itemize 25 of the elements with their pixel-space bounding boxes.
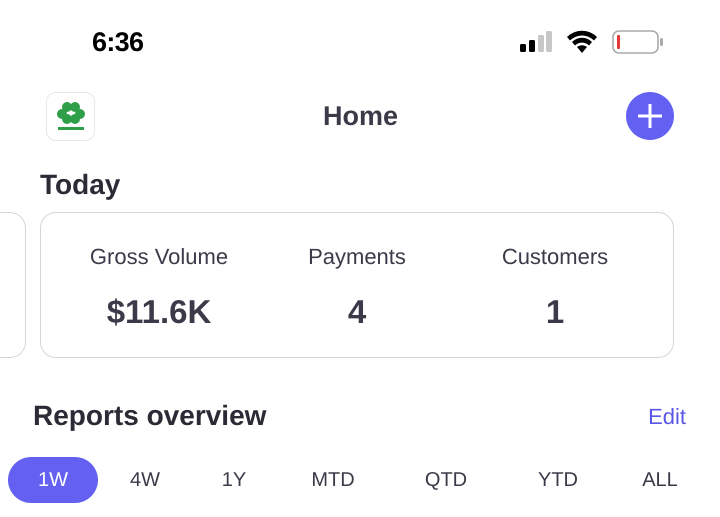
period-tab[interactable]: QTD (390, 457, 502, 503)
period-tab[interactable]: MTD (276, 457, 390, 503)
plus-icon (638, 104, 662, 128)
stat-value: 4 (348, 292, 366, 332)
stat-label: Payments (308, 242, 406, 271)
wifi-icon (566, 30, 598, 54)
period-tab[interactable]: 1W (8, 457, 98, 503)
stat-label: Gross Volume (90, 242, 228, 271)
period-tab[interactable]: 1Y (192, 457, 276, 503)
stat-value: 1 (546, 292, 564, 332)
period-tab[interactable]: 4W (98, 457, 192, 503)
period-tab[interactable]: ALL (614, 457, 706, 503)
section-title: Reports overview (33, 399, 266, 433)
battery-icon (612, 30, 664, 54)
section-title: Today (40, 169, 120, 200)
stat-label: Customers (502, 242, 608, 271)
clover-logo-icon (54, 100, 86, 132)
signal-icon (520, 31, 552, 53)
page-title: Home (322, 100, 399, 133)
edit-link[interactable]: Edit (648, 400, 686, 432)
period-tab[interactable]: YTD (502, 457, 614, 503)
stat-value: $11.6K (106, 292, 212, 332)
status-time: 6:36 (92, 26, 144, 59)
app-logo[interactable] (46, 92, 95, 140)
add-button[interactable] (626, 92, 674, 140)
